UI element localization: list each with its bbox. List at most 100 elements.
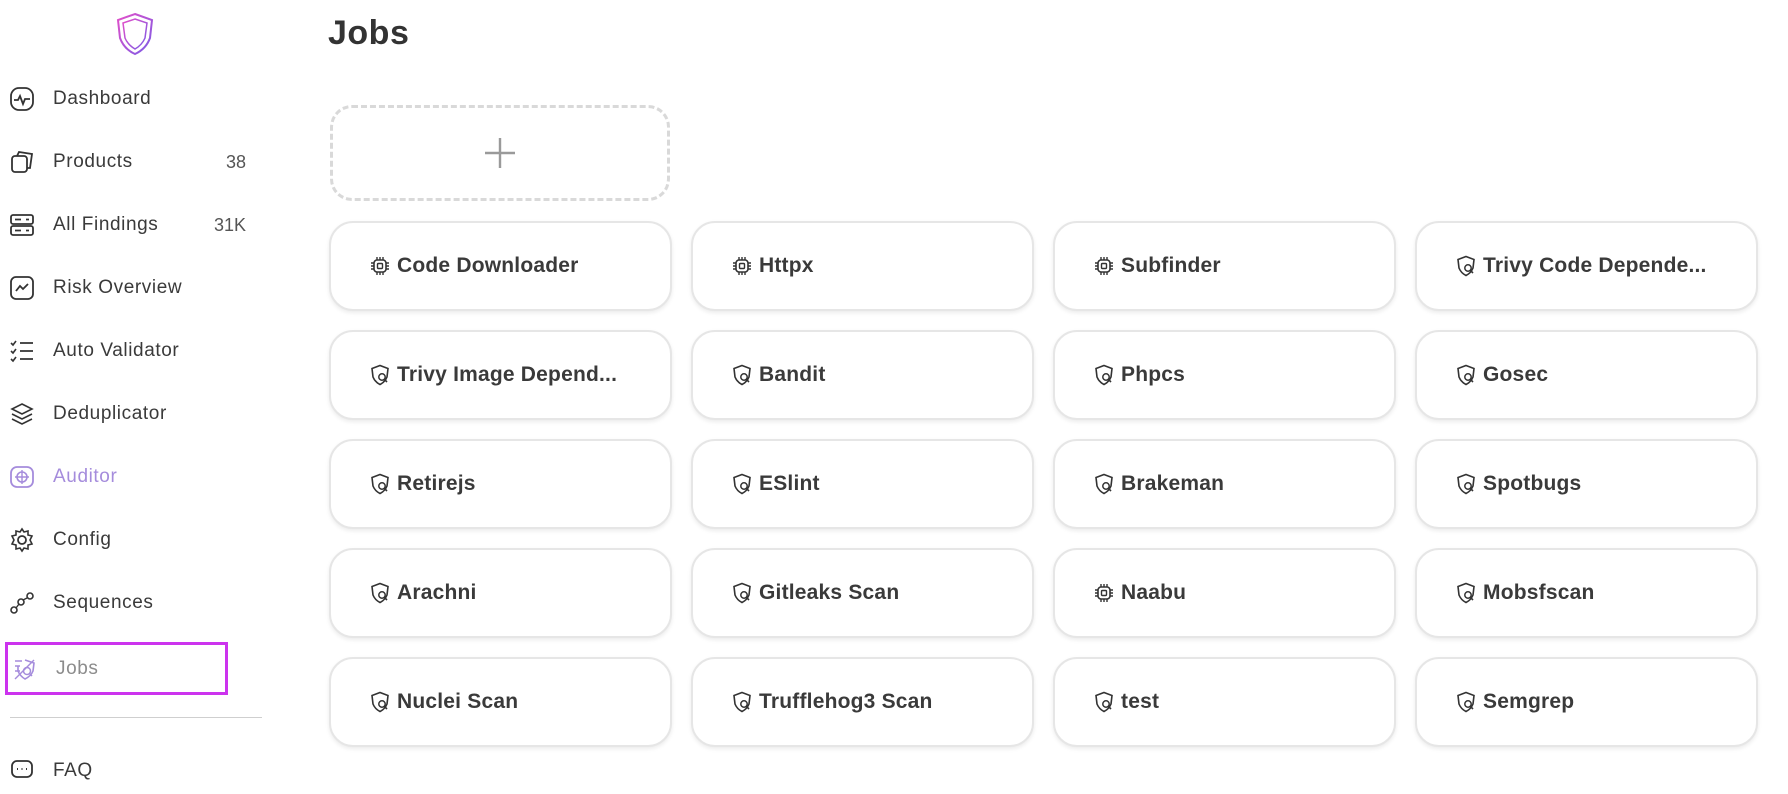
job-label: Trivy Image Depend...: [397, 363, 618, 386]
products-count-badge: 38: [225, 151, 246, 172]
job-card[interactable]: Subfinder: [1053, 221, 1396, 311]
job-label: Brakeman: [1121, 472, 1225, 495]
chip-icon: [369, 255, 391, 277]
add-job-button[interactable]: [330, 105, 670, 201]
auto-validator-icon: [8, 337, 36, 365]
shield-logo[interactable]: [115, 12, 155, 56]
job-card[interactable]: Arachni: [329, 548, 672, 638]
job-card[interactable]: Code Downloader: [329, 221, 672, 311]
findings-icon: [8, 211, 36, 239]
job-label: Mobsfscan: [1483, 581, 1595, 604]
sidebar-item-risk-overview[interactable]: Risk Overview: [8, 265, 258, 311]
sidebar-item-sequences[interactable]: Sequences: [8, 580, 258, 626]
sidebar-item-all-findings[interactable]: All Findings 31K: [8, 202, 258, 248]
findings-count-badge: 31K: [213, 214, 246, 235]
sidebar-item-faq[interactable]: FAQ: [8, 748, 258, 794]
dashboard-icon: [8, 85, 36, 113]
job-label: Httpx: [759, 254, 814, 277]
job-label: Spotbugs: [1483, 472, 1582, 495]
sidebar-item-label: Config: [53, 529, 112, 550]
jobs-icon: [11, 655, 39, 683]
job-label: Gitleaks Scan: [759, 581, 900, 604]
sidebar-item-auditor[interactable]: Auditor: [8, 454, 258, 500]
faq-icon: [8, 757, 36, 785]
sidebar-item-label: Deduplicator: [53, 403, 167, 424]
shield-search-icon: [1093, 364, 1115, 386]
job-card[interactable]: Httpx: [691, 221, 1034, 311]
shield-search-icon: [1455, 582, 1477, 604]
shield-search-icon: [731, 473, 753, 495]
job-card[interactable]: Trufflehog3 Scan: [691, 657, 1034, 747]
job-card[interactable]: Spotbugs: [1415, 439, 1758, 529]
sidebar-item-label: Risk Overview: [53, 277, 183, 298]
auditor-icon: [8, 463, 36, 491]
shield-search-icon: [731, 364, 753, 386]
job-card[interactable]: Trivy Code Depende...: [1415, 221, 1758, 311]
main-content: Jobs Code Downloader Httpx Subfinder Trivy …: [328, 0, 1788, 765]
sidebar-item-label: Dashboard: [53, 88, 152, 109]
sidebar-item-label: Jobs: [56, 657, 99, 679]
job-card[interactable]: test: [1053, 657, 1396, 747]
gear-icon: [8, 526, 36, 554]
sequences-icon: [8, 589, 36, 617]
job-label: ESlint: [759, 472, 820, 495]
sidebar-divider: [10, 717, 262, 718]
sidebar-item-config[interactable]: Config: [8, 517, 258, 563]
sidebar-item-label: FAQ: [53, 760, 93, 781]
job-label: test: [1121, 690, 1160, 713]
job-card[interactable]: Nuclei Scan: [329, 657, 672, 747]
deduplicator-icon: [8, 400, 36, 428]
job-label: Trufflehog3 Scan: [759, 690, 933, 713]
job-label: Phpcs: [1121, 363, 1186, 386]
sidebar-item-label: Auditor: [53, 466, 118, 487]
products-icon: [8, 148, 36, 176]
job-label: Nuclei Scan: [397, 690, 519, 713]
job-card[interactable]: Bandit: [691, 330, 1034, 420]
chip-icon: [731, 255, 753, 277]
job-card[interactable]: Brakeman: [1053, 439, 1396, 529]
sidebar-item-dashboard[interactable]: Dashboard: [8, 76, 258, 122]
job-label: Gosec: [1483, 363, 1549, 386]
job-label: Subfinder: [1121, 254, 1221, 277]
job-label: Semgrep: [1483, 690, 1575, 713]
sidebar-item-jobs[interactable]: Jobs: [5, 642, 228, 695]
page-title: Jobs: [328, 14, 410, 52]
job-card[interactable]: Gosec: [1415, 330, 1758, 420]
sidebar-item-label: All Findings: [53, 214, 159, 235]
shield-search-icon: [369, 691, 391, 713]
sidebar-item-products[interactable]: Products 38: [8, 139, 258, 185]
shield-search-icon: [731, 691, 753, 713]
shield-search-icon: [369, 473, 391, 495]
sidebar-item-deduplicator[interactable]: Deduplicator: [8, 391, 258, 437]
sidebar-item-label: Sequences: [53, 592, 154, 613]
job-card[interactable]: Trivy Image Depend...: [329, 330, 672, 420]
risk-overview-icon: [8, 274, 36, 302]
sidebar-item-label: Auto Validator: [53, 340, 180, 361]
shield-search-icon: [1455, 473, 1477, 495]
job-label: Bandit: [759, 363, 826, 386]
job-label: Code Downloader: [397, 254, 579, 277]
shield-search-icon: [1455, 364, 1477, 386]
shield-search-icon: [1455, 691, 1477, 713]
job-card[interactable]: Gitleaks Scan: [691, 548, 1034, 638]
job-card[interactable]: Semgrep: [1415, 657, 1758, 747]
sidebar: Dashboard Products 38 All Findings 31K R…: [0, 0, 270, 781]
shield-search-icon: [1093, 691, 1115, 713]
job-card[interactable]: Phpcs: [1053, 330, 1396, 420]
job-label: Retirejs: [397, 472, 476, 495]
shield-search-icon: [369, 582, 391, 604]
job-label: Arachni: [397, 581, 477, 604]
job-label: Trivy Code Depende...: [1483, 254, 1707, 277]
shield-search-icon: [1455, 255, 1477, 277]
chip-icon: [1093, 582, 1115, 604]
job-card[interactable]: Retirejs: [329, 439, 672, 529]
jobs-grid: Code Downloader Httpx Subfinder Trivy Code …: [329, 221, 1758, 747]
plus-icon: [485, 138, 515, 168]
job-card[interactable]: Mobsfscan: [1415, 548, 1758, 638]
shield-search-icon: [369, 364, 391, 386]
shield-search-icon: [1093, 473, 1115, 495]
job-card[interactable]: ESlint: [691, 439, 1034, 529]
job-card[interactable]: Naabu: [1053, 548, 1396, 638]
sidebar-item-auto-validator[interactable]: Auto Validator: [8, 328, 258, 374]
shield-search-icon: [731, 582, 753, 604]
